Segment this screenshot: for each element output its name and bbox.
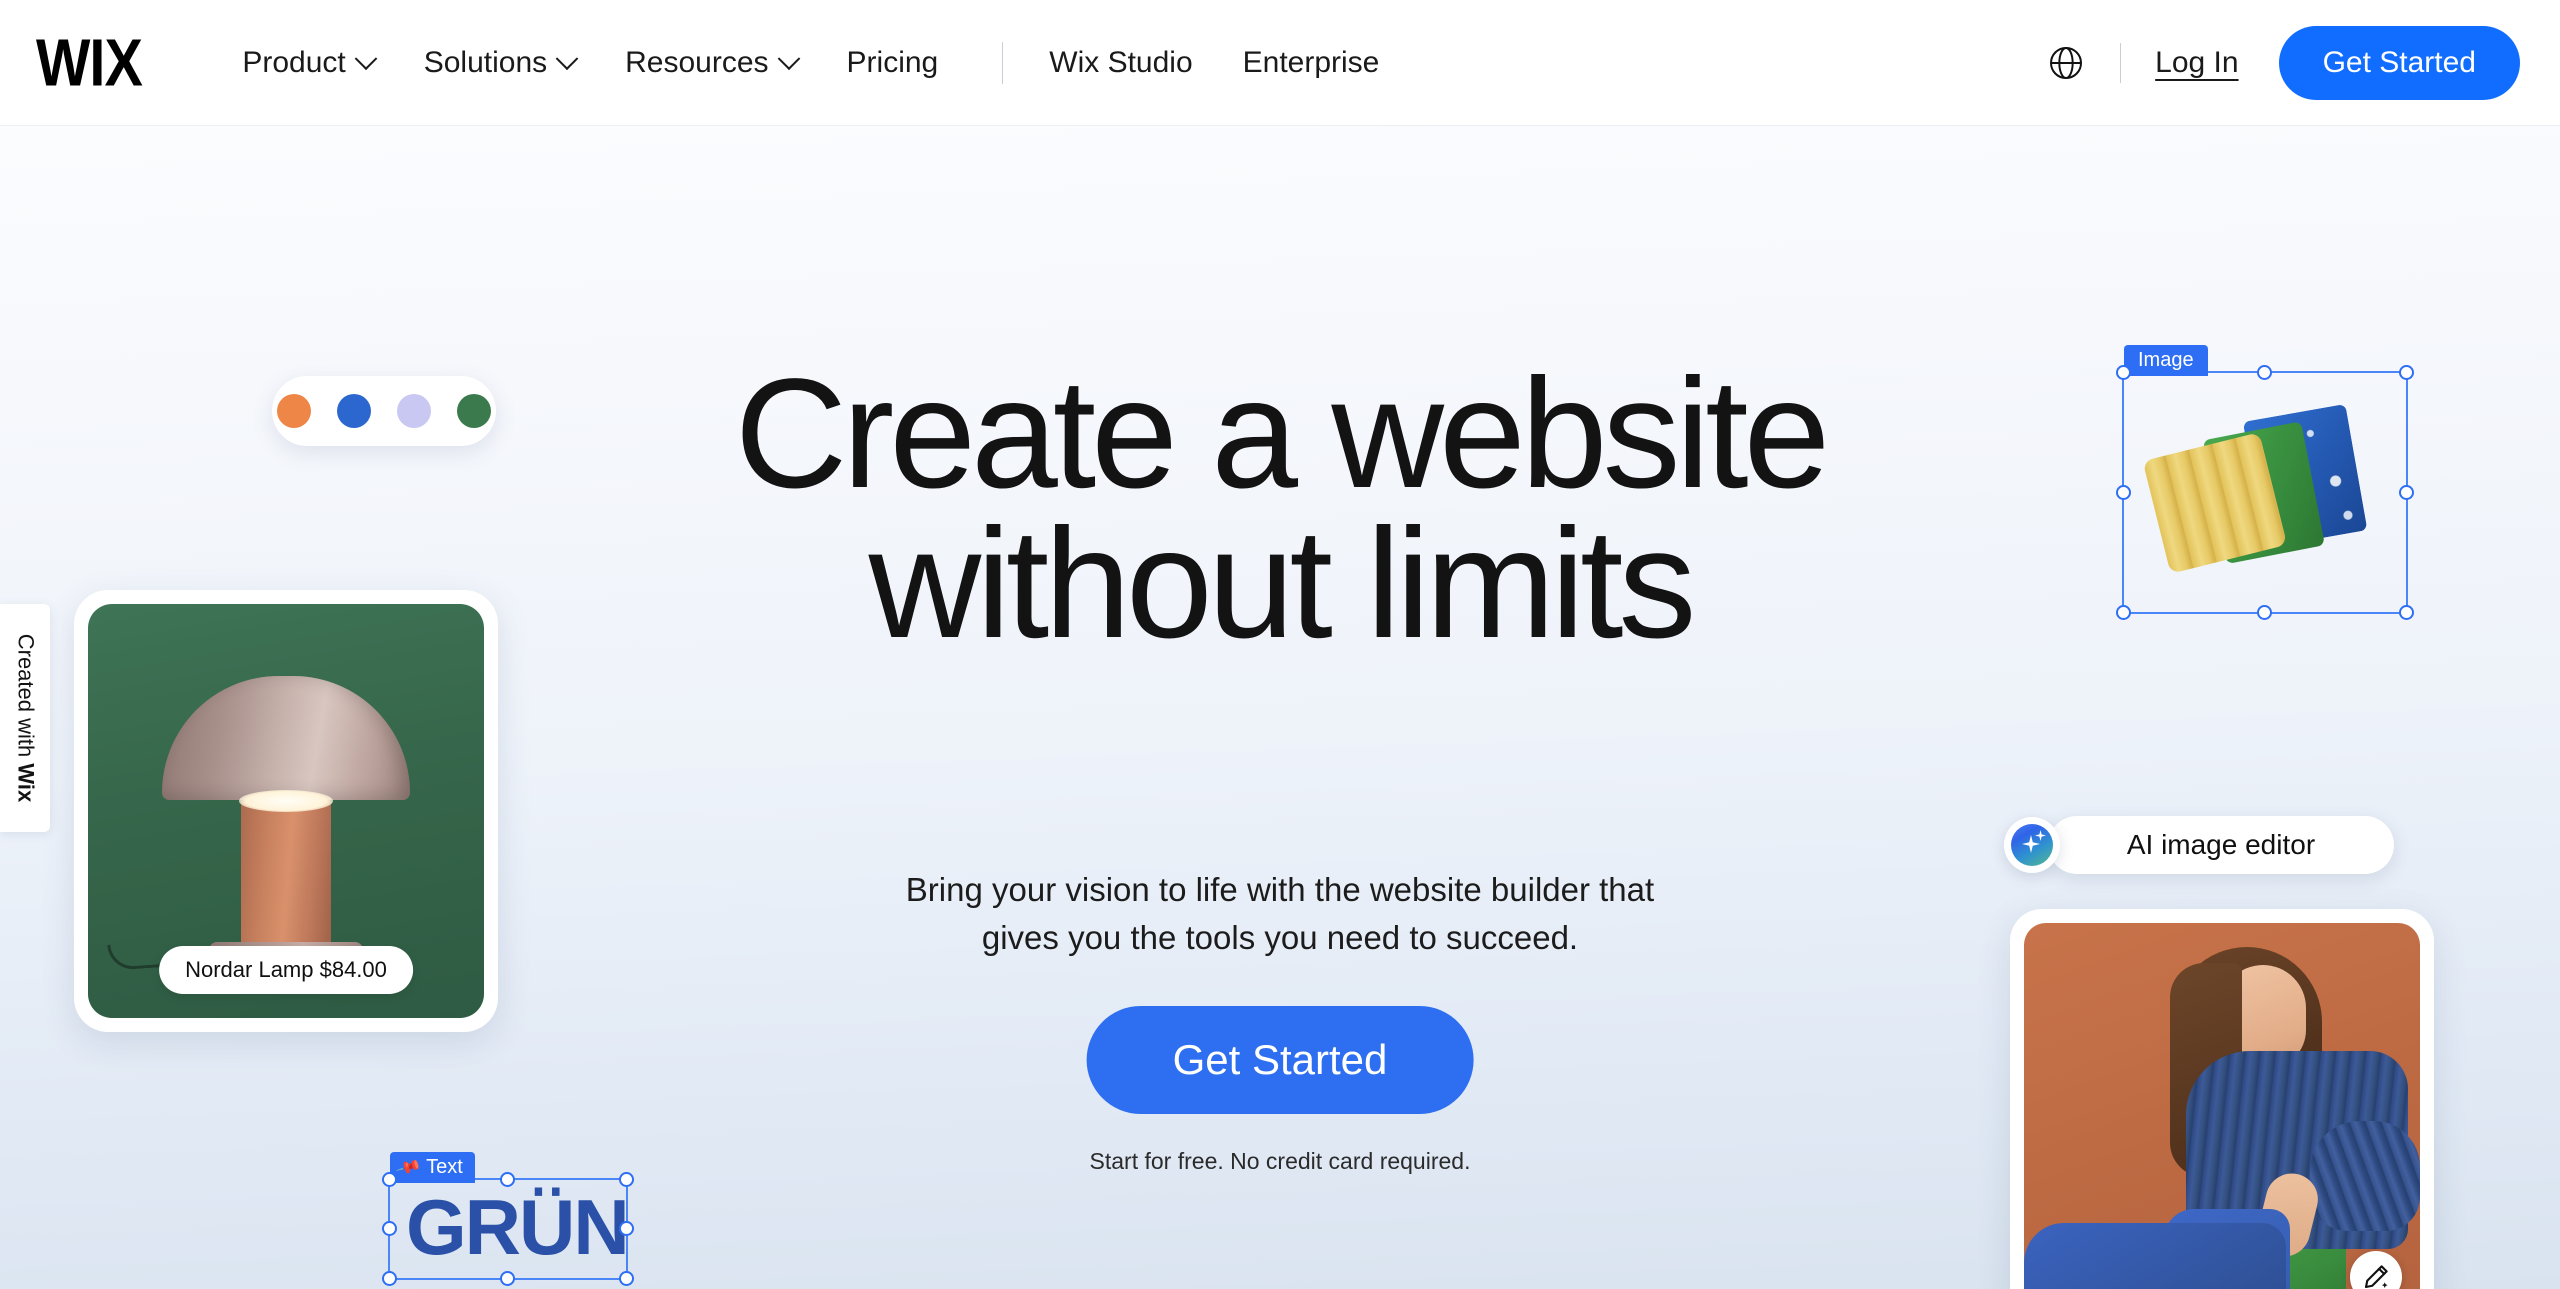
- nav-item-enterprise-label: Enterprise: [1242, 45, 1380, 79]
- lamp-shade: [162, 676, 410, 800]
- nav-item-pricing[interactable]: Pricing: [846, 45, 939, 79]
- hero-section: Nordar Lamp $84.00 Created with Wix Crea…: [0, 126, 2560, 1289]
- sparkle-small: [2035, 830, 2046, 841]
- chevron-down-icon: [354, 46, 378, 70]
- image-selection-box[interactable]: Image: [2116, 345, 2414, 620]
- resize-handle-bottom-right[interactable]: [619, 1271, 634, 1286]
- palette-swatch-orange[interactable]: [277, 394, 311, 428]
- headline-line-2: without limits: [868, 496, 1697, 671]
- nav-divider: [1002, 41, 1004, 84]
- photo-card-model[interactable]: [2010, 909, 2434, 1289]
- model-pants: [2024, 1223, 2286, 1289]
- sparkle-icon: [2011, 824, 2053, 866]
- lamp-product-image: Nordar Lamp $84.00: [88, 604, 484, 1018]
- log-in-link[interactable]: Log In: [2155, 46, 2238, 80]
- resize-handle-top-right[interactable]: [619, 1172, 634, 1187]
- resize-handle-top-left[interactable]: [382, 1172, 397, 1187]
- lamp-stem: [241, 800, 331, 948]
- resize-handle-middle-right[interactable]: [619, 1221, 634, 1236]
- pin-icon: 📌: [394, 1154, 423, 1181]
- hero-get-started-button[interactable]: Get Started: [1086, 1006, 1474, 1114]
- edit-image-button[interactable]: [2350, 1251, 2402, 1289]
- nav-item-solutions-label: Solutions: [423, 45, 548, 79]
- headline-line-1: Create a website: [734, 347, 1831, 521]
- resize-handle-bottom-right[interactable]: [2399, 605, 2414, 620]
- resize-handle-bottom-center[interactable]: [2257, 605, 2272, 620]
- ai-image-editor-label: AI image editor: [2048, 816, 2394, 874]
- nav-item-resources-label: Resources: [625, 45, 769, 79]
- chevron-down-icon: [777, 46, 800, 70]
- sparkle-large: [2022, 835, 2040, 853]
- resize-handle-top-right[interactable]: [2399, 365, 2414, 380]
- chevron-down-icon: [555, 46, 579, 70]
- resize-handle-top-center[interactable]: [500, 1172, 515, 1187]
- nav-right-group: Log In Get Started: [2046, 0, 2520, 126]
- primary-nav-links: Product Solutions Resources Pricing Wix …: [242, 41, 1429, 84]
- nav-item-resources[interactable]: Resources: [625, 45, 800, 79]
- nav-item-solutions[interactable]: Solutions: [423, 45, 579, 79]
- subheading-line-2: gives you the tools you need to succeed.: [981, 918, 1579, 956]
- model-sweater-sleeve: [2310, 1121, 2420, 1231]
- created-badge-prefix: Created with: [13, 633, 39, 764]
- text-selection-box[interactable]: 📌 Text: [382, 1152, 634, 1286]
- nav-item-enterprise[interactable]: Enterprise: [1242, 45, 1380, 79]
- top-navigation-bar: WIX Product Solutions Resources Pricing …: [0, 0, 2560, 126]
- nav-item-product-label: Product: [242, 45, 346, 79]
- resize-handle-middle-left[interactable]: [2116, 484, 2131, 500]
- image-element-tag[interactable]: Image: [2124, 345, 2208, 376]
- nav-item-pricing-label: Pricing: [846, 45, 939, 79]
- resize-handle-middle-right[interactable]: [2399, 484, 2414, 500]
- resize-handle-top-left[interactable]: [2116, 365, 2131, 380]
- ai-orb-container: [2004, 817, 2060, 873]
- globe-icon[interactable]: [2046, 43, 2086, 83]
- resize-handle-bottom-left[interactable]: [2116, 605, 2131, 620]
- wix-logo[interactable]: WIX: [36, 28, 143, 96]
- palette-swatch-blue[interactable]: [337, 394, 371, 428]
- text-element-tag[interactable]: 📌 Text: [390, 1152, 475, 1183]
- nav-item-wix-studio[interactable]: Wix Studio: [1049, 45, 1193, 79]
- cta-disclaimer-text: Start for free. No credit card required.: [1089, 1148, 1471, 1174]
- model-photo-image: [2024, 923, 2420, 1289]
- image-element-tag-label: Image: [2138, 349, 2194, 371]
- created-with-wix-badge-text: Created with Wix: [12, 634, 38, 803]
- product-price-label: Nordar Lamp $84.00: [159, 946, 413, 994]
- ai-image-editor-pill[interactable]: AI image editor: [2004, 816, 2394, 874]
- nav-item-wix-studio-label: Wix Studio: [1049, 45, 1193, 79]
- nav-item-product[interactable]: Product: [242, 45, 378, 79]
- nav-get-started-button[interactable]: Get Started: [2278, 26, 2520, 100]
- hero-subheading: Bring your vision to life with the websi…: [780, 866, 1780, 962]
- lamp-glow: [239, 790, 333, 812]
- nav-divider-secondary: [2120, 43, 2122, 83]
- resize-handle-top-center[interactable]: [2257, 365, 2272, 380]
- resize-handle-middle-left[interactable]: [382, 1221, 397, 1236]
- resize-handle-bottom-center[interactable]: [500, 1271, 515, 1286]
- resize-handle-bottom-left[interactable]: [382, 1271, 397, 1286]
- created-badge-brand: Wix: [13, 763, 39, 803]
- text-element-tag-label: Text: [426, 1156, 463, 1178]
- created-with-wix-badge[interactable]: Created with Wix: [0, 604, 50, 832]
- subheading-line-1: Bring your vision to life with the websi…: [905, 871, 1655, 908]
- page-title: Create a website without limits: [380, 347, 2180, 671]
